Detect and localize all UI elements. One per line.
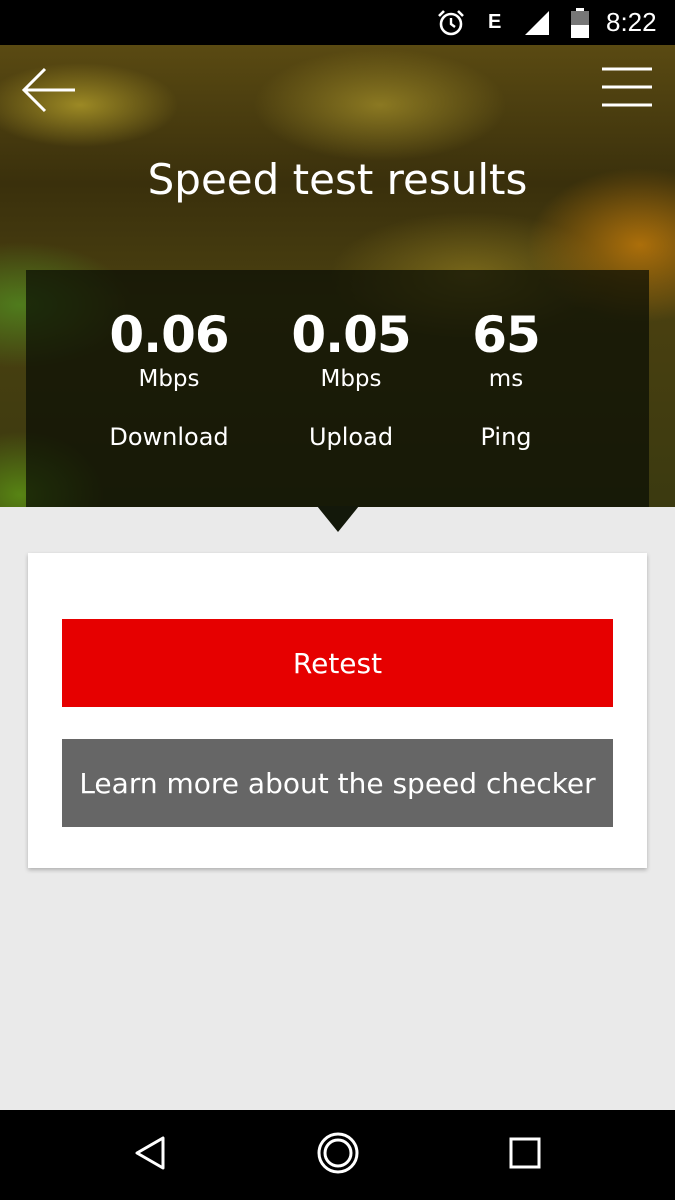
upload-unit: Mbps: [320, 366, 382, 392]
ping-value: 65: [472, 306, 541, 364]
learn-more-button[interactable]: Learn more about the speed checker: [62, 739, 613, 827]
download-label: Download: [109, 423, 229, 451]
actions-card: Retest Learn more about the speed checke…: [28, 553, 647, 868]
nav-back-icon: [133, 1135, 167, 1175]
download-value: 0.06: [109, 306, 229, 364]
nav-home-icon: [316, 1131, 360, 1179]
status-time: 8:22: [606, 7, 657, 37]
menu-button[interactable]: [596, 64, 658, 114]
battery-icon: [570, 0, 590, 45]
navigation-bar: [0, 1110, 675, 1200]
ping-unit: ms: [488, 366, 524, 392]
back-button[interactable]: [18, 62, 80, 122]
arrow-left-icon: [21, 66, 77, 118]
nav-recents-button[interactable]: [495, 1130, 555, 1180]
results-pointer: [317, 506, 359, 532]
nav-home-button[interactable]: [308, 1130, 368, 1180]
page-title: Speed test results: [147, 155, 528, 204]
retest-button[interactable]: Retest: [62, 619, 613, 707]
upload-label: Upload: [308, 423, 394, 451]
download-unit: Mbps: [138, 366, 200, 392]
network-type: E: [488, 11, 502, 33]
hamburger-menu-icon: [600, 66, 654, 112]
signal-icon: [522, 0, 550, 45]
results-panel: 0.06 Mbps Download 0.05 Mbps Upload 65 m…: [26, 270, 649, 507]
alarm-icon: [436, 0, 466, 45]
upload-value: 0.05: [291, 306, 411, 364]
status-bar: E 8:22: [0, 0, 675, 45]
nav-recents-icon: [508, 1136, 542, 1174]
ping-label: Ping: [480, 423, 532, 451]
nav-back-button[interactable]: [120, 1130, 180, 1180]
